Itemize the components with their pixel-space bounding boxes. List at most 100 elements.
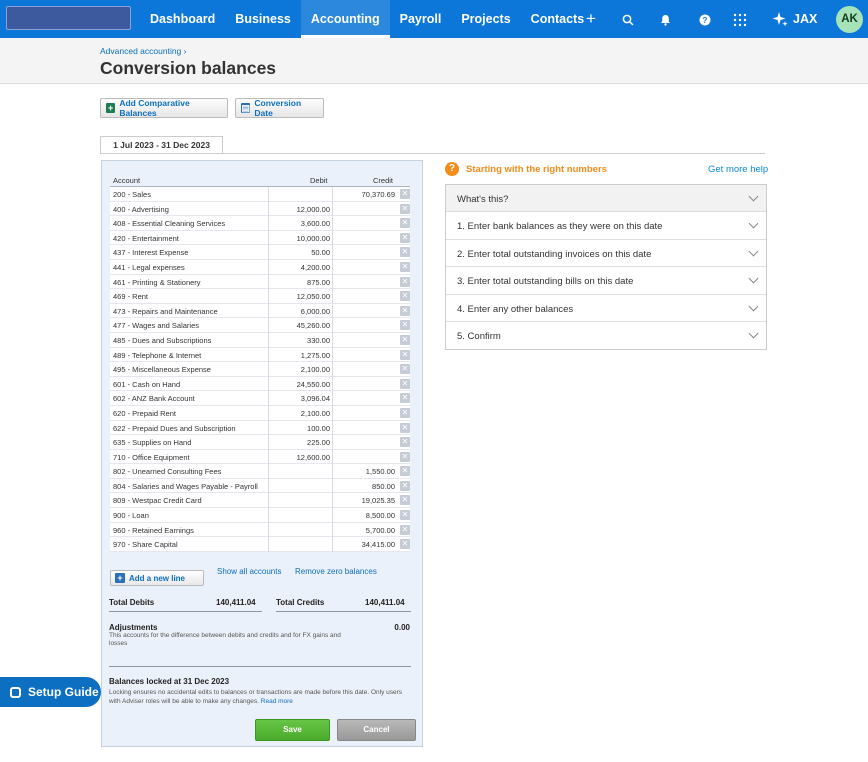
account-cell[interactable]: 420 - Entertainment	[113, 234, 179, 243]
account-cell[interactable]: 960 - Retained Earnings	[113, 526, 194, 535]
delete-row-icon[interactable]: ✕	[400, 349, 410, 360]
account-cell[interactable]: 620 - Prepaid Rent	[113, 409, 176, 418]
delete-row-icon[interactable]: ✕	[400, 407, 410, 418]
credit-cell[interactable]	[332, 216, 397, 231]
credit-cell[interactable]	[332, 274, 397, 290]
nav-dashboard[interactable]: Dashboard	[140, 0, 225, 38]
debit-cell[interactable]: 100.00	[268, 420, 332, 436]
delete-row-icon[interactable]: ✕	[400, 232, 410, 243]
account-cell[interactable]: 601 - Cash on Hand	[113, 380, 180, 389]
delete-row-icon[interactable]: ✕	[400, 334, 410, 345]
credit-cell[interactable]	[332, 318, 397, 333]
accordion-item-step-4[interactable]: 4. Enter any other balances	[446, 295, 766, 322]
credit-cell[interactable]	[332, 303, 397, 319]
add-new-line-button[interactable]: + Add a new line	[110, 570, 204, 586]
credit-cell[interactable]	[332, 347, 397, 363]
setup-guide-button[interactable]: Setup Guide	[0, 677, 101, 707]
credit-cell[interactable]	[332, 362, 397, 377]
debit-cell[interactable]: 330.00	[268, 332, 332, 348]
account-cell[interactable]: 461 - Printing & Stationery	[113, 278, 201, 287]
account-cell[interactable]: 437 - Interest Expense	[113, 248, 188, 257]
account-cell[interactable]: 495 - Miscellaneous Expense	[113, 365, 211, 374]
nav-projects[interactable]: Projects	[451, 0, 520, 38]
delete-row-icon[interactable]: ✕	[400, 247, 410, 258]
credit-cell[interactable]	[332, 332, 397, 348]
delete-row-icon[interactable]: ✕	[400, 393, 410, 404]
debit-cell[interactable]	[268, 493, 332, 509]
account-cell[interactable]: 477 - Wages and Salaries	[113, 321, 199, 330]
accordion-item-step-3[interactable]: 3. Enter total outstanding bills on this…	[446, 267, 766, 295]
apps-grid-icon[interactable]	[731, 0, 749, 38]
account-cell[interactable]: 622 - Prepaid Dues and Subscription	[113, 424, 236, 433]
credit-cell[interactable]	[332, 376, 397, 392]
account-cell[interactable]: 635 - Supplies on Hand	[113, 438, 191, 447]
debit-cell[interactable]	[268, 537, 332, 552]
delete-row-icon[interactable]: ✕	[400, 218, 410, 229]
account-cell[interactable]: 900 - Loan	[113, 511, 149, 520]
credit-cell[interactable]	[332, 420, 397, 436]
debit-cell[interactable]: 12,000.00	[268, 201, 332, 217]
jax-assistant-button[interactable]: JAX	[772, 0, 817, 38]
account-cell[interactable]: 408 - Essential Cleaning Services	[113, 219, 225, 228]
read-more-link[interactable]: Read more	[261, 698, 293, 705]
delete-row-icon[interactable]: ✕	[400, 320, 410, 331]
credit-cell[interactable]: 8,500.00	[332, 508, 397, 523]
bell-icon[interactable]	[657, 0, 673, 38]
account-cell[interactable]: 469 - Rent	[113, 292, 148, 301]
accordion-item-step-5[interactable]: 5. Confirm	[446, 322, 766, 349]
credit-cell[interactable]: 1,550.00	[332, 464, 397, 479]
debit-cell[interactable]: 4,200.00	[268, 259, 332, 275]
nav-accounting[interactable]: Accounting	[300, 0, 390, 38]
delete-row-icon[interactable]: ✕	[400, 524, 410, 535]
delete-row-icon[interactable]: ✕	[400, 203, 410, 214]
account-cell[interactable]: 804 - Salaries and Wages Payable - Payro…	[113, 482, 258, 491]
delete-row-icon[interactable]: ✕	[400, 539, 410, 550]
debit-cell[interactable]: 50.00	[268, 245, 332, 260]
cancel-button[interactable]: Cancel	[337, 719, 416, 741]
save-button[interactable]: Save	[255, 719, 330, 741]
account-cell[interactable]: 602 - ANZ Bank Account	[113, 394, 195, 403]
period-tab[interactable]: 1 Jul 2023 - 31 Dec 2023	[100, 136, 223, 154]
debit-cell[interactable]: 2,100.00	[268, 362, 332, 377]
debit-cell[interactable]: 12,600.00	[268, 449, 332, 465]
credit-cell[interactable]: 70,370.69	[332, 187, 397, 202]
debit-cell[interactable]	[268, 464, 332, 479]
debit-cell[interactable]: 1,275.00	[268, 347, 332, 363]
account-cell[interactable]: 441 - Legal expenses	[113, 263, 185, 272]
debit-cell[interactable]	[268, 187, 332, 202]
account-cell[interactable]: 710 - Office Equipment	[113, 453, 190, 462]
conversion-date-button[interactable]: ▤ Conversion Date	[235, 98, 324, 118]
debit-cell[interactable]	[268, 508, 332, 523]
account-cell[interactable]: 809 - Westpac Credit Card	[113, 496, 202, 505]
credit-cell[interactable]	[332, 449, 397, 465]
delete-row-icon[interactable]: ✕	[400, 437, 410, 448]
delete-row-icon[interactable]: ✕	[400, 480, 410, 491]
credit-cell[interactable]	[332, 435, 397, 450]
debit-cell[interactable]: 2,100.00	[268, 405, 332, 421]
debit-cell[interactable]: 875.00	[268, 274, 332, 290]
debit-cell[interactable]: 12,050.00	[268, 289, 332, 304]
debit-cell[interactable]: 24,550.00	[268, 376, 332, 392]
delete-row-icon[interactable]: ✕	[400, 364, 410, 375]
delete-row-icon[interactable]: ✕	[400, 466, 410, 477]
show-all-accounts-link[interactable]: Show all accounts	[217, 567, 281, 576]
account-cell[interactable]: 400 - Advertising	[113, 205, 169, 214]
delete-row-icon[interactable]: ✕	[400, 291, 410, 302]
accordion-item-step-1[interactable]: 1. Enter bank balances as they were on t…	[446, 212, 766, 240]
accordion-item-step-2[interactable]: 2. Enter total outstanding invoices on t…	[446, 240, 766, 268]
nav-business[interactable]: Business	[225, 0, 301, 38]
delete-row-icon[interactable]: ✕	[400, 378, 410, 389]
delete-row-icon[interactable]: ✕	[400, 510, 410, 521]
remove-zero-balances-link[interactable]: Remove zero balances	[295, 567, 377, 576]
credit-cell[interactable]	[332, 405, 397, 421]
add-comparative-balances-button[interactable]: + Add Comparative Balances	[100, 98, 228, 118]
account-cell[interactable]: 473 - Repairs and Maintenance	[113, 307, 218, 316]
delete-row-icon[interactable]: ✕	[400, 451, 410, 462]
plus-icon[interactable]: +	[583, 0, 599, 38]
delete-row-icon[interactable]: ✕	[400, 261, 410, 272]
nav-payroll[interactable]: Payroll	[390, 0, 452, 38]
organisation-switcher[interactable]	[6, 6, 131, 30]
credit-cell[interactable]	[332, 289, 397, 304]
help-icon[interactable]: ?	[697, 0, 713, 38]
debit-cell[interactable]: 45,260.00	[268, 318, 332, 333]
